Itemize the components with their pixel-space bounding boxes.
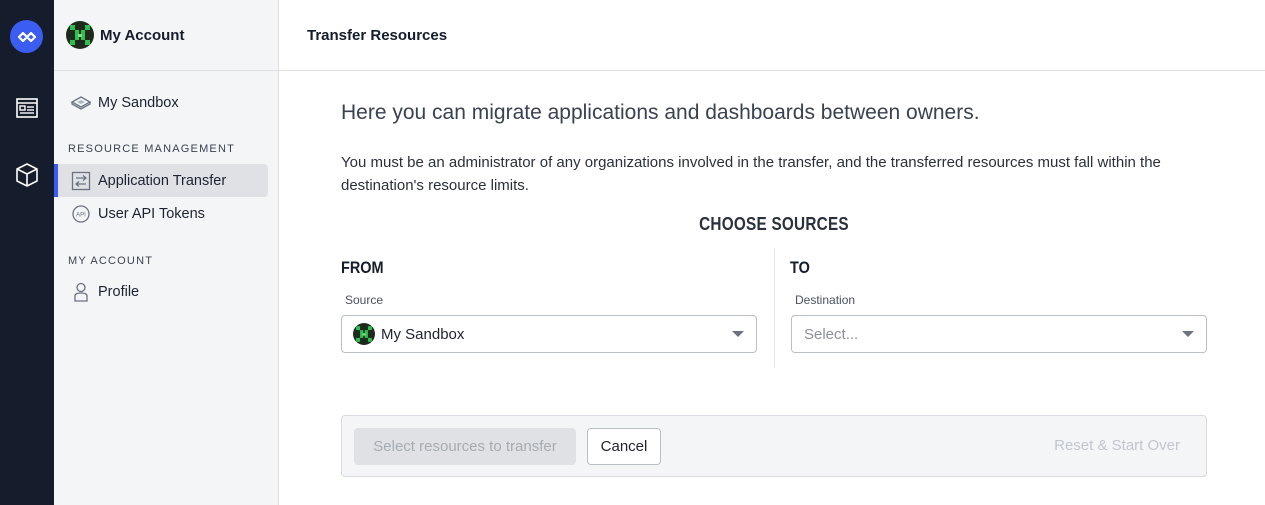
transfer-icon bbox=[70, 170, 92, 192]
sidebar-item-label: User API Tokens bbox=[98, 205, 205, 222]
to-heading: TO bbox=[790, 258, 810, 277]
sidebar-item-sandbox[interactable]: My Sandbox bbox=[54, 86, 268, 119]
reset-start-over-link[interactable]: Reset & Start Over bbox=[1054, 437, 1180, 454]
action-bar: Select resources to transfer Cancel Rese… bbox=[341, 415, 1207, 477]
chevron-down-icon bbox=[732, 331, 744, 337]
select-resources-button[interactable]: Select resources to transfer bbox=[354, 428, 576, 465]
api-icon: API bbox=[70, 203, 92, 225]
sidebar-item-application-transfer[interactable]: Application Transfer bbox=[54, 164, 268, 197]
source-select[interactable]: My Sandbox bbox=[341, 315, 757, 353]
account-header[interactable]: My Account bbox=[54, 0, 278, 71]
brand-logo-icon[interactable] bbox=[10, 20, 43, 53]
description-text: You must be an administrator of any orga… bbox=[341, 154, 1161, 194]
destination-label: Destination bbox=[795, 293, 856, 307]
section-resource-management: RESOURCE MANAGEMENT bbox=[68, 143, 236, 155]
sandbox-avatar bbox=[353, 323, 375, 345]
app-rail bbox=[0, 0, 54, 505]
source-value: My Sandbox bbox=[381, 325, 465, 343]
account-avatar bbox=[66, 21, 94, 49]
choose-sources-heading: CHOOSE SOURCES bbox=[699, 214, 849, 234]
destination-placeholder: Select... bbox=[804, 325, 859, 343]
svg-text:API: API bbox=[76, 212, 86, 218]
page-header: Transfer Resources bbox=[279, 0, 1265, 71]
account-name: My Account bbox=[100, 26, 185, 44]
sidebar-item-label: Application Transfer bbox=[98, 172, 227, 189]
from-heading: FROM bbox=[341, 258, 384, 277]
page-title: Transfer Resources bbox=[307, 26, 448, 44]
source-label: Source bbox=[345, 293, 384, 307]
sandbox-icon bbox=[70, 92, 92, 114]
intro-text: Here you can migrate applications and da… bbox=[341, 101, 980, 124]
sidebar-item-label: Profile bbox=[98, 283, 140, 300]
package-icon[interactable] bbox=[13, 161, 41, 189]
sidebar-item-profile[interactable]: Profile bbox=[54, 275, 268, 308]
destination-select[interactable]: Select... bbox=[791, 315, 1207, 353]
user-icon bbox=[70, 281, 92, 303]
column-divider bbox=[774, 248, 775, 368]
section-my-account: MY ACCOUNT bbox=[68, 255, 154, 267]
sidebar-item-user-api-tokens[interactable]: API User API Tokens bbox=[54, 197, 268, 230]
account-sidebar: My Account My Sandbox RESOURCE MANAGEMEN… bbox=[54, 0, 279, 505]
sidebar-item-label: My Sandbox bbox=[98, 94, 179, 111]
cancel-button[interactable]: Cancel bbox=[587, 428, 661, 465]
dashboard-icon[interactable] bbox=[13, 94, 41, 122]
chevron-down-icon bbox=[1182, 331, 1194, 337]
